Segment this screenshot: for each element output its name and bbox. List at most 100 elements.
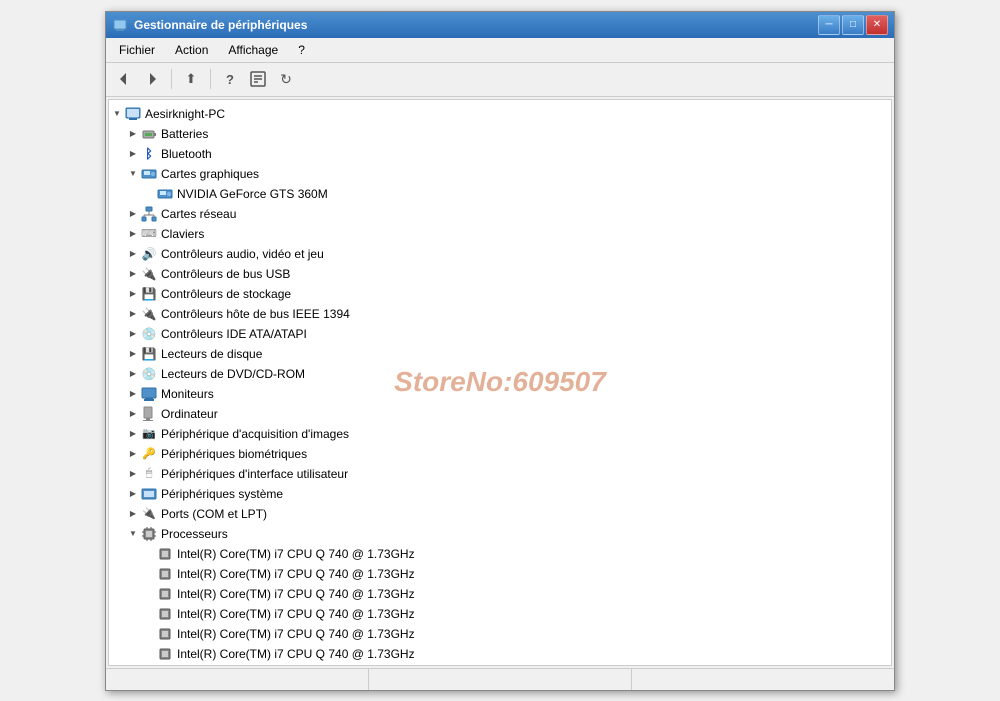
- ports-icon: 🔌: [141, 506, 157, 522]
- menu-fichier[interactable]: Fichier: [110, 40, 164, 60]
- item-label: Contrôleurs de stockage: [161, 287, 291, 301]
- list-item[interactable]: Intel(R) Core(TM) i7 CPU Q 740 @ 1.73GHz: [109, 664, 891, 666]
- list-item[interactable]: NVIDIA GeForce GTS 360M: [109, 184, 891, 204]
- item-label: Périphériques biométriques: [161, 447, 307, 461]
- expand-icon[interactable]: ▶: [125, 386, 141, 402]
- properties-button[interactable]: [246, 67, 270, 91]
- bluetooth-icon: ᛒ: [141, 146, 157, 162]
- expand-icon[interactable]: ▶: [125, 226, 141, 242]
- menu-bar: Fichier Action Affichage ?: [106, 38, 894, 63]
- close-button[interactable]: ✕: [866, 15, 888, 35]
- cpu-icon: [157, 646, 173, 662]
- device-tree-panel[interactable]: ▼ Aesirknight-PC ▶: [108, 99, 892, 666]
- expand-icon[interactable]: ▶: [125, 346, 141, 362]
- expand-icon[interactable]: ▶: [125, 266, 141, 282]
- item-label: Claviers: [161, 227, 204, 241]
- item-label: Cartes graphiques: [161, 167, 259, 181]
- list-item[interactable]: ▶ Cartes réseau: [109, 204, 891, 224]
- expand-icon[interactable]: ▶: [125, 126, 141, 142]
- expand-icon[interactable]: ▶: [125, 506, 141, 522]
- minimize-button[interactable]: ─: [818, 15, 840, 35]
- ide-icon: 💿: [141, 326, 157, 342]
- window-icon: [112, 17, 128, 33]
- list-item[interactable]: Intel(R) Core(TM) i7 CPU Q 740 @ 1.73GHz: [109, 564, 891, 584]
- expand-icon[interactable]: ▶: [125, 146, 141, 162]
- status-segment-2: [369, 669, 632, 690]
- cpu-group-icon: [141, 526, 157, 542]
- expand-icon[interactable]: ▶: [125, 286, 141, 302]
- list-item[interactable]: ▶ 🔊 Contrôleurs audio, vidéo et jeu: [109, 244, 891, 264]
- hid-icon: 🖱: [141, 466, 157, 482]
- window-controls: ─ □ ✕: [818, 15, 888, 35]
- expand-icon[interactable]: ▶: [125, 406, 141, 422]
- sysdev-icon: [141, 486, 157, 502]
- menu-help[interactable]: ?: [289, 40, 314, 60]
- item-label: Contrôleurs audio, vidéo et jeu: [161, 247, 324, 261]
- forward-button[interactable]: [140, 67, 164, 91]
- list-item[interactable]: ▶ 💾 Lecteurs de disque: [109, 344, 891, 364]
- expand-icon[interactable]: ▶: [125, 246, 141, 262]
- list-item[interactable]: ▶ 💿 Lecteurs de DVD/CD-ROM: [109, 364, 891, 384]
- expand-icon[interactable]: ▶: [125, 206, 141, 222]
- item-label: Intel(R) Core(TM) i7 CPU Q 740 @ 1.73GHz: [177, 547, 415, 561]
- list-item[interactable]: ▶ Batteries: [109, 124, 891, 144]
- expand-icon[interactable]: ▼: [125, 166, 141, 182]
- expand-icon[interactable]: ▶: [125, 466, 141, 482]
- item-label: NVIDIA GeForce GTS 360M: [177, 187, 328, 201]
- list-item[interactable]: ▶ 🔌 Contrôleurs hôte de bus IEEE 1394: [109, 304, 891, 324]
- item-label: Cartes réseau: [161, 207, 236, 221]
- maximize-button[interactable]: □: [842, 15, 864, 35]
- camera-icon: 📷: [141, 426, 157, 442]
- usb-icon: 🔌: [141, 266, 157, 282]
- keyboard-icon: ⌨: [141, 226, 157, 242]
- up-button[interactable]: ⬆: [179, 67, 203, 91]
- list-item[interactable]: ▶ Ordinateur: [109, 404, 891, 424]
- back-button[interactable]: [112, 67, 136, 91]
- device-tree: ▼ Aesirknight-PC ▶: [109, 100, 891, 666]
- expand-icon[interactable]: ▶: [125, 426, 141, 442]
- refresh-button[interactable]: ↻: [274, 67, 298, 91]
- list-item[interactable]: ▶ 🔑 Périphériques biométriques: [109, 444, 891, 464]
- toolbar: ⬆ ? ↻: [106, 63, 894, 97]
- expand-icon[interactable]: ▶: [125, 306, 141, 322]
- expand-icon[interactable]: ▶: [125, 326, 141, 342]
- expand-icon[interactable]: ▼: [125, 526, 141, 542]
- list-item[interactable]: ▶ ⌨ Claviers: [109, 224, 891, 244]
- root-expand-icon[interactable]: ▼: [109, 106, 125, 122]
- list-item[interactable]: ▶ 🔌 Ports (COM et LPT): [109, 504, 891, 524]
- list-item[interactable]: Intel(R) Core(TM) i7 CPU Q 740 @ 1.73GHz: [109, 604, 891, 624]
- expand-icon[interactable]: ▶: [125, 486, 141, 502]
- item-label: Intel(R) Core(TM) i7 CPU Q 740 @ 1.73GHz: [177, 607, 415, 621]
- list-item[interactable]: ▶ ᛒ Bluetooth: [109, 144, 891, 164]
- tree-root[interactable]: ▼ Aesirknight-PC: [109, 104, 891, 124]
- ieee-icon: 🔌: [141, 306, 157, 322]
- list-item[interactable]: ▶ 🖱 Périphériques d'interface utilisateu…: [109, 464, 891, 484]
- list-item[interactable]: ▼ Processeurs: [109, 524, 891, 544]
- list-item[interactable]: ▶ 💿 Contrôleurs IDE ATA/ATAPI: [109, 324, 891, 344]
- item-label: Contrôleurs IDE ATA/ATAPI: [161, 327, 307, 341]
- list-item[interactable]: Intel(R) Core(TM) i7 CPU Q 740 @ 1.73GHz: [109, 544, 891, 564]
- list-item[interactable]: ▶ 🔌 Contrôleurs de bus USB: [109, 264, 891, 284]
- list-item[interactable]: Intel(R) Core(TM) i7 CPU Q 740 @ 1.73GHz: [109, 584, 891, 604]
- menu-action[interactable]: Action: [166, 40, 217, 60]
- window-title: Gestionnaire de périphériques: [134, 18, 818, 32]
- list-item[interactable]: ▶ Périphériques système: [109, 484, 891, 504]
- item-label: Intel(R) Core(TM) i7 CPU Q 740 @ 1.73GHz: [177, 587, 415, 601]
- list-item[interactable]: Intel(R) Core(TM) i7 CPU Q 740 @ 1.73GHz: [109, 624, 891, 644]
- list-item[interactable]: Intel(R) Core(TM) i7 CPU Q 740 @ 1.73GHz: [109, 644, 891, 664]
- cpu-icon: [157, 546, 173, 562]
- expand-icon[interactable]: ▶: [125, 366, 141, 382]
- monitor-icon: [141, 386, 157, 402]
- list-item[interactable]: ▶ Moniteurs: [109, 384, 891, 404]
- expand-icon[interactable]: ▶: [125, 446, 141, 462]
- list-item[interactable]: ▼ Cartes graphiques: [109, 164, 891, 184]
- help-button[interactable]: ?: [218, 67, 242, 91]
- list-item[interactable]: ▶ 📷 Périphérique d'acquisition d'images: [109, 424, 891, 444]
- network-icon: [141, 206, 157, 222]
- menu-affichage[interactable]: Affichage: [219, 40, 287, 60]
- item-label: Contrôleurs hôte de bus IEEE 1394: [161, 307, 350, 321]
- list-item[interactable]: ▶ 💾 Contrôleurs de stockage: [109, 284, 891, 304]
- item-label: Lecteurs de disque: [161, 347, 262, 361]
- item-label: Batteries: [161, 127, 208, 141]
- batteries-icon: [141, 126, 157, 142]
